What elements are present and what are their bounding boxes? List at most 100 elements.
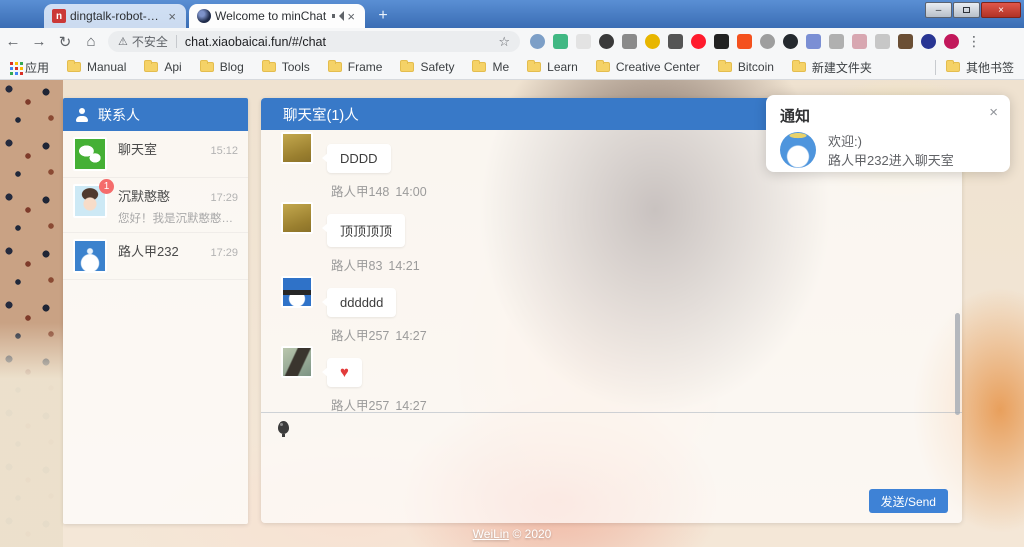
shades-avatar <box>281 276 313 308</box>
message-bubble[interactable]: 顶顶顶顶 <box>327 214 405 247</box>
security-warning-icon[interactable]: ⚠ <box>118 35 128 48</box>
bookmark-folder[interactable]: Creative Center <box>596 59 700 76</box>
notification-title: 通知 <box>780 105 996 126</box>
message-bubble[interactable]: ♥ <box>327 358 362 387</box>
bookmark-label: Blog <box>220 60 244 74</box>
extension-dark-moon-icon[interactable] <box>599 34 614 49</box>
extension-pale-square-icon[interactable] <box>576 34 591 49</box>
notification-line1: 欢迎:) <box>828 132 954 151</box>
extension-opera-icon[interactable] <box>691 34 706 49</box>
notification-close-icon[interactable]: × <box>989 104 998 121</box>
contact-preview: 您好！我是沉默憨憨，我可以... <box>118 210 238 226</box>
bookmark-label: Frame <box>348 60 383 74</box>
message-time: 14:27 <box>395 329 426 343</box>
chat-message: 路人甲25714:27♥ <box>261 325 962 387</box>
bookmark-star-icon[interactable]: ☆ <box>498 34 510 50</box>
contacts-panel: 联系人 聊天室15:121沉默憨憨17:29您好！我是沉默憨憨，我可以...路人… <box>63 98 248 524</box>
tab-audio-muted-icon[interactable] <box>332 11 343 21</box>
reload-icon[interactable]: ↻ <box>52 33 78 51</box>
bookmark-label: Me <box>492 60 509 74</box>
folder-icon <box>718 62 732 72</box>
message-time: 14:21 <box>388 259 419 273</box>
new-tab-button[interactable]: + <box>372 5 394 27</box>
address-bar[interactable]: ⚠ 不安全 chat.xiaobaicai.fun/#/chat ☆ <box>108 31 520 52</box>
extension-navy-star-icon[interactable] <box>921 34 936 49</box>
bookmark-folder[interactable]: 新建文件夹 <box>792 59 872 76</box>
footer-copyright: © 2020 <box>512 527 551 541</box>
send-button[interactable]: 发送/Send <box>869 489 948 513</box>
omnibox-divider <box>176 35 177 48</box>
extension-gray-card-icon[interactable] <box>875 34 890 49</box>
minimize-button[interactable]: – <box>925 2 952 18</box>
message-sender: 路人甲83 <box>331 259 382 273</box>
folder-icon <box>527 62 541 72</box>
extension-blue-badge-icon[interactable] <box>806 34 821 49</box>
tab-close-icon[interactable]: × <box>166 9 178 24</box>
extension-magenta-icon[interactable] <box>944 34 959 49</box>
bookmark-label: Bitcoin <box>738 60 774 74</box>
contact-item[interactable]: 聊天室15:12 <box>63 131 248 178</box>
folder-icon <box>472 62 486 72</box>
extension-blue-swirl-icon[interactable] <box>530 34 545 49</box>
extension-scissors-icon[interactable] <box>622 34 637 49</box>
messages-list: DDDD路人甲14814:00顶顶顶顶路人甲8314:21dddddd路人甲25… <box>261 130 962 412</box>
message-bubble[interactable]: DDDD <box>327 144 391 173</box>
bookmark-label: 新建文件夹 <box>812 59 872 76</box>
extension-octocat-icon[interactable] <box>783 34 798 49</box>
extension-qr-code-icon[interactable] <box>714 34 729 49</box>
tab-dingtalk-robot-sender[interactable]: n dingtalk-robot-sender - npm × <box>44 4 186 28</box>
message-bubble[interactable]: dddddd <box>327 288 396 317</box>
url-text[interactable]: chat.xiaobaicai.fun/#/chat <box>185 35 498 49</box>
home-icon[interactable]: ⌂ <box>78 33 104 50</box>
contact-item[interactable]: 路人甲23217:29 <box>63 233 248 280</box>
scrollbar-thumb[interactable] <box>955 313 960 415</box>
contacts-header: 联系人 <box>63 98 248 131</box>
bookmark-folder[interactable]: Learn <box>527 59 578 76</box>
browser-tab-bar: n dingtalk-robot-sender - npm × Welcome … <box>0 0 1024 28</box>
apps-grid-icon[interactable] <box>10 62 13 65</box>
message-input[interactable]: 发送/Send <box>261 412 962 523</box>
other-bookmarks[interactable]: 其他书签 <box>946 59 1014 76</box>
folder-icon <box>262 62 276 72</box>
extension-vue-icon[interactable] <box>553 34 568 49</box>
bookmark-folder[interactable]: Safety <box>400 59 454 76</box>
chrome-menu-icon[interactable]: ⋮ <box>967 33 981 50</box>
contact-item[interactable]: 1沉默憨憨17:29您好！我是沉默憨憨，我可以... <box>63 178 248 233</box>
extension-clock-icon[interactable] <box>760 34 775 49</box>
extension-pulse-icon[interactable] <box>668 34 683 49</box>
bookmark-folder[interactable]: Api <box>144 59 181 76</box>
bookmark-folder[interactable]: Bitcoin <box>718 59 774 76</box>
maximize-icon <box>963 7 970 13</box>
extension-paper-plane-icon[interactable] <box>829 34 844 49</box>
bookmark-label: Safety <box>420 60 454 74</box>
bookmark-folder[interactable]: Blog <box>200 59 244 76</box>
message-meta: 路人甲14814:00 <box>331 181 962 200</box>
maximize-button[interactable] <box>953 2 980 18</box>
folder-icon <box>596 62 610 72</box>
bookmark-folder[interactable]: Manual <box>67 59 126 76</box>
extension-pink-chat-icon[interactable] <box>852 34 867 49</box>
back-icon[interactable]: ← <box>0 33 26 50</box>
bookmark-folder[interactable]: Me <box>472 59 509 76</box>
tab-minchat[interactable]: Welcome to minChat × <box>189 4 365 28</box>
close-button[interactable]: × <box>981 2 1021 18</box>
emoji-balloon-icon[interactable] <box>278 421 289 434</box>
background-mosaic-wall <box>0 80 63 547</box>
tab-close-icon[interactable]: × <box>345 9 357 24</box>
extension-avatar-icon[interactable] <box>898 34 913 49</box>
extensions-row <box>530 34 959 49</box>
bookmark-folder[interactable]: Frame <box>328 59 383 76</box>
contacts-list: 聊天室15:121沉默憨憨17:29您好！我是沉默憨憨，我可以...路人甲232… <box>63 131 248 280</box>
message-time: 14:27 <box>395 399 426 412</box>
contact-name: 沉默憨憨 <box>118 186 170 205</box>
footer-link[interactable]: WeiLin <box>473 527 509 541</box>
extension-color-wheel-icon[interactable] <box>645 34 660 49</box>
grass-avatar <box>281 202 313 234</box>
bookmark-folder[interactable]: Tools <box>262 59 310 76</box>
contact-avatar <box>73 137 107 171</box>
window-controls: – × <box>924 2 1021 18</box>
forward-icon[interactable]: → <box>26 33 52 50</box>
folder-icon <box>200 62 214 72</box>
extension-red-grid-icon[interactable] <box>737 34 752 49</box>
bookmark-apps[interactable]: 应用 <box>25 59 49 76</box>
